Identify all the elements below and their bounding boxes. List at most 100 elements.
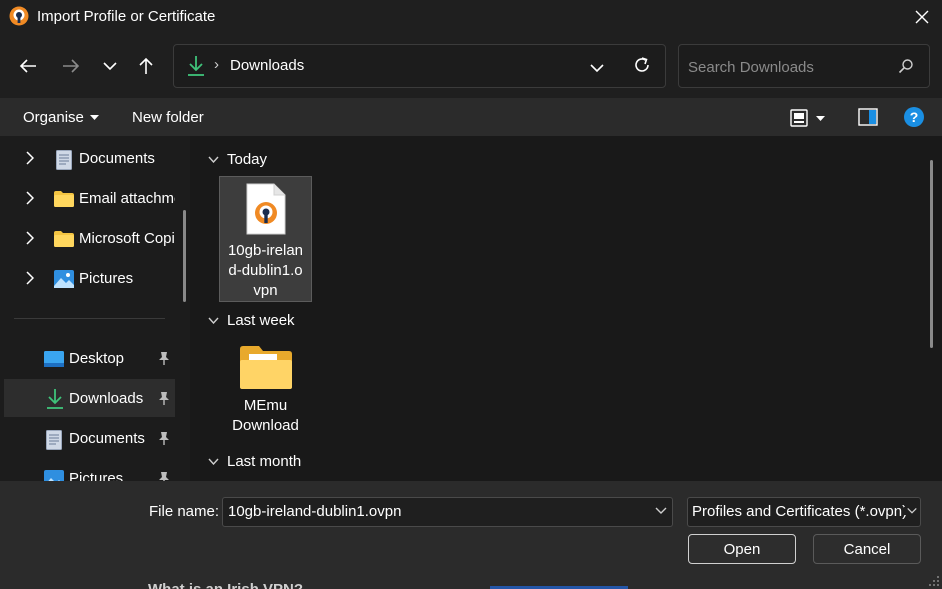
address-bar[interactable]: › Downloads [173,44,666,88]
sidebar-item-microsoft-copilot[interactable]: Microsoft Copilot [0,219,175,257]
chevron-right-icon[interactable] [26,151,34,165]
back-arrow-icon [19,59,36,73]
sidebar-item-label: Pictures [79,270,134,287]
chevron-right-icon[interactable] [26,271,34,285]
chevron-down-icon [208,458,219,465]
folder-icon [239,346,292,389]
group-header-last-month[interactable]: Last month [208,453,301,470]
file-type-select[interactable]: Profiles and Certificates (*.ovpn) [687,497,921,527]
resize-grip-icon[interactable] [928,575,940,587]
preview-pane-icon[interactable] [858,108,878,126]
navigation-pane: Documents Email attachments Microsoft Co… [0,136,190,481]
sidebar-item-label: Email attachments [79,190,175,207]
content-scrollbar[interactable] [930,160,933,348]
close-icon [915,10,929,24]
help-icon[interactable]: ? [904,107,924,127]
folder-icon [54,231,74,247]
chevron-right-icon[interactable] [26,231,34,245]
chevron-down-icon [103,62,117,71]
organise-menu-button[interactable]: Organise [23,109,99,126]
sidebar-item-label: Pictures [69,470,124,481]
folder-name-line: MEmu [243,397,288,414]
sidebar-item-pictures[interactable]: Pictures [4,459,175,481]
view-icon [790,109,808,127]
breadcrumb-downloads[interactable]: Downloads [230,57,304,74]
sidebar-item-documents-tree[interactable]: Documents [0,139,175,177]
close-button[interactable] [905,2,939,32]
change-view-button[interactable] [790,108,834,128]
documents-icon [56,150,72,170]
pin-icon[interactable] [158,351,170,365]
back-button[interactable] [14,52,42,80]
group-header-today[interactable]: Today [208,151,267,168]
navigation-bar: › Downloads [0,34,942,98]
folder-item-memu-download[interactable]: MEmu Download [219,340,312,444]
search-box[interactable] [678,44,930,88]
organise-label: Organise [23,109,84,126]
file-name-line: 10gb-irelan [227,242,304,259]
up-arrow-icon [139,57,153,74]
title-bar: Import Profile or Certificate [0,0,942,34]
documents-icon [46,430,62,450]
chevron-down-icon[interactable] [655,507,667,515]
group-label: Last week [227,312,295,329]
caret-down-icon [816,115,825,121]
group-header-last-week[interactable]: Last week [208,312,295,329]
sidebar-item-label: Microsoft Copilot [79,230,175,247]
folder-name-line: Download [232,417,299,434]
openvpn-logo-icon [9,6,29,26]
sidebar-item-label: Downloads [69,390,144,407]
new-folder-button[interactable]: New folder [132,109,204,126]
pin-icon[interactable] [158,431,170,445]
pin-icon[interactable] [158,471,170,481]
caret-down-icon [89,115,99,120]
file-name-line: vpn [253,282,278,299]
recent-locations-button[interactable] [96,52,124,80]
file-item-ovpn[interactable]: 10gb-irelan d-dublin1.o vpn [219,176,312,302]
file-name-combobox[interactable]: 10gb-ireland-dublin1.ovpn [222,497,673,527]
svg-text:?: ? [910,109,919,125]
breadcrumb-separator: › [214,56,219,73]
search-icon[interactable] [898,58,914,74]
downloads-icon [188,56,204,76]
pin-icon[interactable] [158,391,170,405]
file-type-value: Profiles and Certificates (*.ovpn) [692,503,908,520]
chevron-down-icon [208,317,219,324]
search-input[interactable] [688,56,888,78]
sidebar-item-documents[interactable]: Documents [4,419,175,457]
chevron-down-icon[interactable] [590,63,604,73]
pictures-icon [44,470,64,481]
downloads-icon [47,389,63,409]
file-name-line: d-dublin1.o [228,262,303,279]
chevron-right-icon[interactable] [26,191,34,205]
command-bar: Organise New folder ? [0,98,942,136]
desktop-icon [44,351,64,367]
chevron-down-icon[interactable] [904,507,918,515]
up-button[interactable] [132,52,160,80]
cancel-button[interactable]: Cancel [813,534,921,564]
refresh-icon[interactable] [632,55,652,75]
open-button[interactable]: Open [688,534,796,564]
sidebar-item-pictures-tree[interactable]: Pictures [0,259,175,297]
sidebar-item-desktop[interactable]: Desktop [4,339,175,377]
sidebar-divider [14,318,165,319]
openvpn-file-icon [246,183,285,235]
sidebar-item-email-attachments[interactable]: Email attachments [0,179,175,217]
background-page-heading: What is an Irish VPN? [148,581,303,589]
forward-arrow-icon [63,59,80,73]
file-list: Today 10gb-irelan d-dublin1.o vpn Last w… [190,136,942,481]
sidebar-item-label: Desktop [69,350,125,367]
sidebar-item-label: Documents [79,150,155,167]
forward-button[interactable] [57,52,85,80]
folder-icon [54,191,74,207]
window-title: Import Profile or Certificate [37,8,216,25]
chevron-down-icon [208,156,219,163]
file-name-label: File name: [149,503,220,520]
sidebar-item-label: Documents [69,430,145,447]
sidebar-scrollbar[interactable] [183,210,186,302]
sidebar-item-downloads[interactable]: Downloads [4,379,175,417]
pictures-icon [54,270,74,288]
file-name-field[interactable]: 10gb-ireland-dublin1.ovpn [228,503,401,520]
group-label: Today [227,151,268,168]
group-label: Last month [227,453,302,470]
